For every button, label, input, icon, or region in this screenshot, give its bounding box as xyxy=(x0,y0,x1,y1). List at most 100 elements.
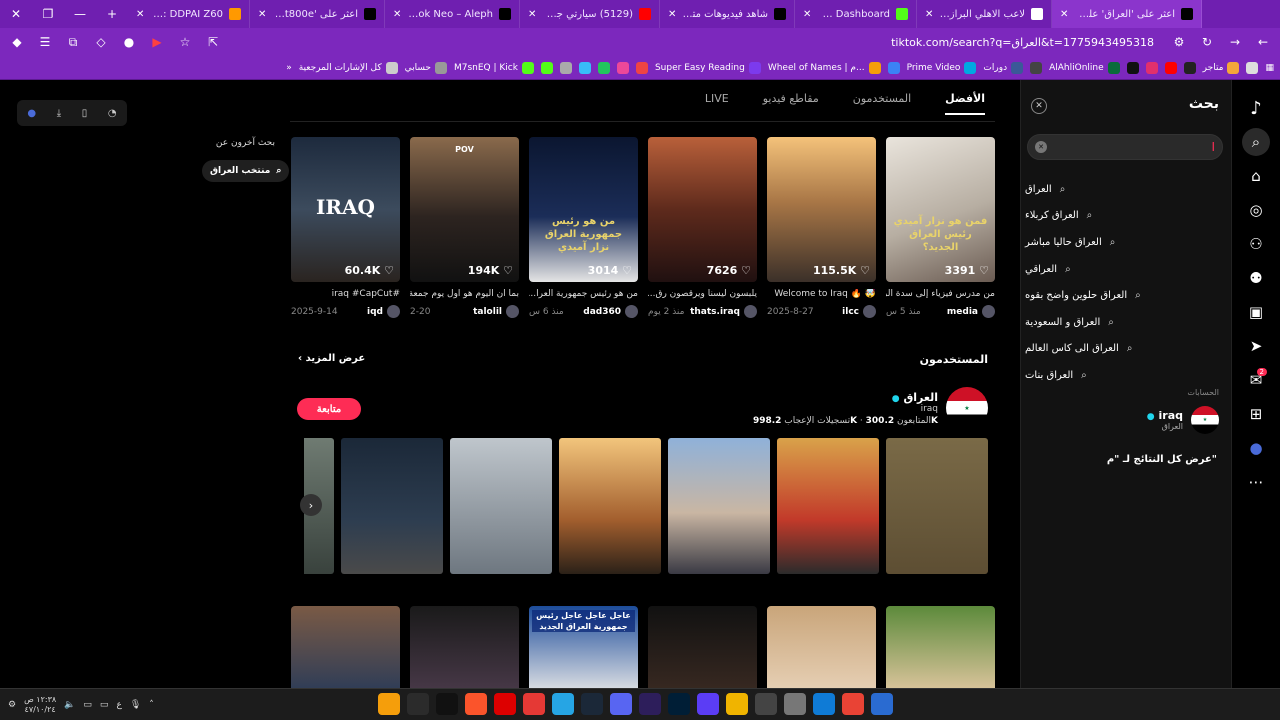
live-icon[interactable]: ▣ xyxy=(1242,298,1270,326)
video-card[interactable]: 7626 ♡ يلبسون ليسنا ويرقصون رق... منذ 2 يو… xyxy=(648,137,757,327)
taskbar-app-icon[interactable] xyxy=(494,693,516,715)
inbox-icon[interactable]: ✉ 2 xyxy=(1242,366,1270,394)
video-author[interactable]: dad360 xyxy=(583,305,638,318)
extension-icon[interactable]: ◆ xyxy=(8,33,26,51)
language-indicator[interactable]: ع xyxy=(116,700,121,710)
messages-icon[interactable]: ➤ xyxy=(1242,332,1270,360)
browser-tab[interactable]: ✕ (5129) سيارتي جديدة!!😍 xyxy=(520,0,660,28)
user-video-thumbnail[interactable] xyxy=(450,438,552,574)
close-tab-icon[interactable]: ✕ xyxy=(668,9,676,20)
youtube-icon[interactable]: ▶ xyxy=(148,33,166,51)
video-card[interactable]: فمن هو نزار آميدي رئيس العراق الجديد؟ 339… xyxy=(886,137,995,327)
profile-avatar[interactable]: ● xyxy=(1242,434,1270,462)
video-author[interactable]: iqd xyxy=(367,305,400,318)
taskbar-app-icon[interactable] xyxy=(552,693,574,715)
bookmark-item[interactable]: M7snEQ | Kick xyxy=(454,61,534,74)
bookmark-item[interactable]: كل الإشارات المرجعية xyxy=(299,61,398,74)
taskbar-app-icon[interactable] xyxy=(407,693,429,715)
battery-icon[interactable]: ▭ xyxy=(100,700,109,710)
bookmark-item[interactable]: دورات xyxy=(983,61,1024,74)
video-thumbnail[interactable] xyxy=(291,606,400,688)
browser-tab[interactable]: ✕ شاهد فيديوهات متصدرة | xyxy=(660,0,795,28)
video-thumbnail[interactable]: فمن هو نزار آميدي رئيس العراق الجديد؟ 339… xyxy=(886,137,995,282)
close-tab-icon[interactable]: ✕ xyxy=(136,9,144,20)
browser-tab[interactable]: ✕ اعثر على 'العراق' على TikTok xyxy=(1052,0,1202,28)
upload-icon[interactable]: ⊞ xyxy=(1242,400,1270,428)
result-tab[interactable]: LIVE xyxy=(705,92,729,115)
close-tab-icon[interactable]: ✕ xyxy=(803,9,811,20)
video-author[interactable]: thats.iraq xyxy=(690,305,757,318)
search-suggestion[interactable]: ⌕ العراقي xyxy=(1025,256,1221,283)
search-suggestion[interactable]: ⌕ العراق حاليا مباشر xyxy=(1025,229,1221,256)
result-tab[interactable]: المستخدمون xyxy=(853,92,911,115)
bookmark-item[interactable]: Prime Video xyxy=(907,61,977,74)
device-icon[interactable]: ▯ xyxy=(82,108,88,119)
bookmark-item[interactable]: حسابي xyxy=(405,61,447,74)
clear-icon[interactable]: ✕ xyxy=(1035,141,1047,153)
taskbar-app-icon[interactable] xyxy=(726,693,748,715)
microphone-icon[interactable]: 🎙 xyxy=(130,700,141,710)
sliders-icon[interactable]: ☰ xyxy=(36,33,54,51)
bookmark-item[interactable] xyxy=(597,61,610,74)
bookmark-item[interactable]: Wheel of Names | م... xyxy=(768,61,881,74)
user-video-thumbnail[interactable] xyxy=(777,438,879,574)
taskbar-app-icon[interactable] xyxy=(639,693,661,715)
bookmark-item[interactable] xyxy=(540,61,553,74)
minimize-window-icon[interactable]: — xyxy=(64,0,96,28)
video-thumbnail[interactable]: 7626 ♡ xyxy=(648,137,757,282)
taskbar-app-icon[interactable] xyxy=(697,693,719,715)
new-tab-button[interactable]: + xyxy=(96,0,128,28)
search-suggestion[interactable]: ⌕ العراق و السعودية xyxy=(1025,309,1221,336)
video-author[interactable]: talolil xyxy=(473,305,519,318)
taskbar-app-icon[interactable] xyxy=(378,693,400,715)
browser-tab[interactable]: ✕ VODs - Kick Dashboard xyxy=(795,0,917,28)
bookmark-item[interactable] xyxy=(616,61,629,74)
taskbar-app-icon[interactable] xyxy=(523,693,545,715)
bookmark-item[interactable] xyxy=(887,61,900,74)
home-icon[interactable]: ⌂ xyxy=(1242,162,1270,190)
video-card[interactable]: IRAQ 60.4K ♡ #iraq #CapCut 2025-9-14 iqd xyxy=(291,137,400,327)
user-video-thumbnail[interactable] xyxy=(668,438,770,574)
taskbar-app-icon[interactable] xyxy=(871,693,893,715)
video-thumbnail[interactable]: عاجل عاجل عاجل رئيس جمهورية العراق الجدي… xyxy=(529,606,638,688)
view-more-link[interactable]: ‹ عرض المزيد xyxy=(298,353,365,364)
user-video-thumbnail[interactable] xyxy=(341,438,443,574)
search-suggestion[interactable]: ⌕ العراق حلوين واضح بقوه xyxy=(1025,282,1221,309)
follow-button[interactable]: متابعة xyxy=(297,398,361,420)
back-icon[interactable]: → xyxy=(1226,33,1244,51)
search-suggestion[interactable]: ⌕ العراق xyxy=(1025,176,1221,203)
taskbar-app-icon[interactable] xyxy=(581,693,603,715)
close-tab-icon[interactable]: ✕ xyxy=(258,9,266,20)
video-thumbnail[interactable] xyxy=(648,606,757,688)
url-field[interactable]: tiktok.com/search?q=العراق&t=17759434953… xyxy=(232,36,1160,49)
video-thumbnail[interactable] xyxy=(410,606,519,688)
bookmark-item[interactable]: متاجر xyxy=(1203,61,1240,74)
taskbar-app-icon[interactable] xyxy=(813,693,835,715)
bookmark-item[interactable] xyxy=(1145,61,1158,74)
copy-icon[interactable]: ⧉ xyxy=(64,33,82,51)
video-thumbnail[interactable]: IRAQ 60.4K ♡ xyxy=(291,137,400,282)
search-suggestion[interactable]: ⌕ العراق الى كاس العالم xyxy=(1025,336,1221,363)
taskbar-app-icon[interactable] xyxy=(436,693,458,715)
result-tab[interactable]: الأفضل xyxy=(945,92,985,115)
search-suggestion[interactable]: ⌕ العراق بنات xyxy=(1025,362,1221,389)
bookmark-item[interactable] xyxy=(1183,61,1196,74)
restore-window-icon[interactable]: ❐ xyxy=(32,0,64,28)
star-icon[interactable]: ☆ xyxy=(176,33,194,51)
taskbar-app-icon[interactable] xyxy=(465,693,487,715)
user-video-thumbnail[interactable] xyxy=(886,438,988,574)
bookmark-item[interactable] xyxy=(1126,61,1139,74)
compass-icon[interactable]: ◔ xyxy=(108,108,117,119)
bookmark-item[interactable]: Super Easy Reading xyxy=(655,61,761,74)
user-result-card[interactable]: ★ ● العراق iraq تسجيلات الإعجاب 998.2K ·… xyxy=(753,387,988,429)
result-tab[interactable]: مقاطع فيديو xyxy=(763,92,819,115)
bookmark-item[interactable] xyxy=(1030,61,1043,74)
following-icon[interactable]: ⚇ xyxy=(1242,230,1270,258)
close-icon[interactable]: ✕ xyxy=(1031,98,1047,114)
search-icon[interactable]: ⌕ xyxy=(1242,128,1270,156)
tune-icon[interactable]: ⚙ xyxy=(1170,33,1188,51)
view-all-results-link[interactable]: عرض كل النتائج لـ "م" xyxy=(1107,454,1217,465)
explore-icon[interactable]: ◎ xyxy=(1242,196,1270,224)
volume-icon[interactable]: 🔈 xyxy=(64,700,75,710)
browser-tab[interactable]: ✕ MacBook Neo – Aleph ف xyxy=(385,0,520,28)
